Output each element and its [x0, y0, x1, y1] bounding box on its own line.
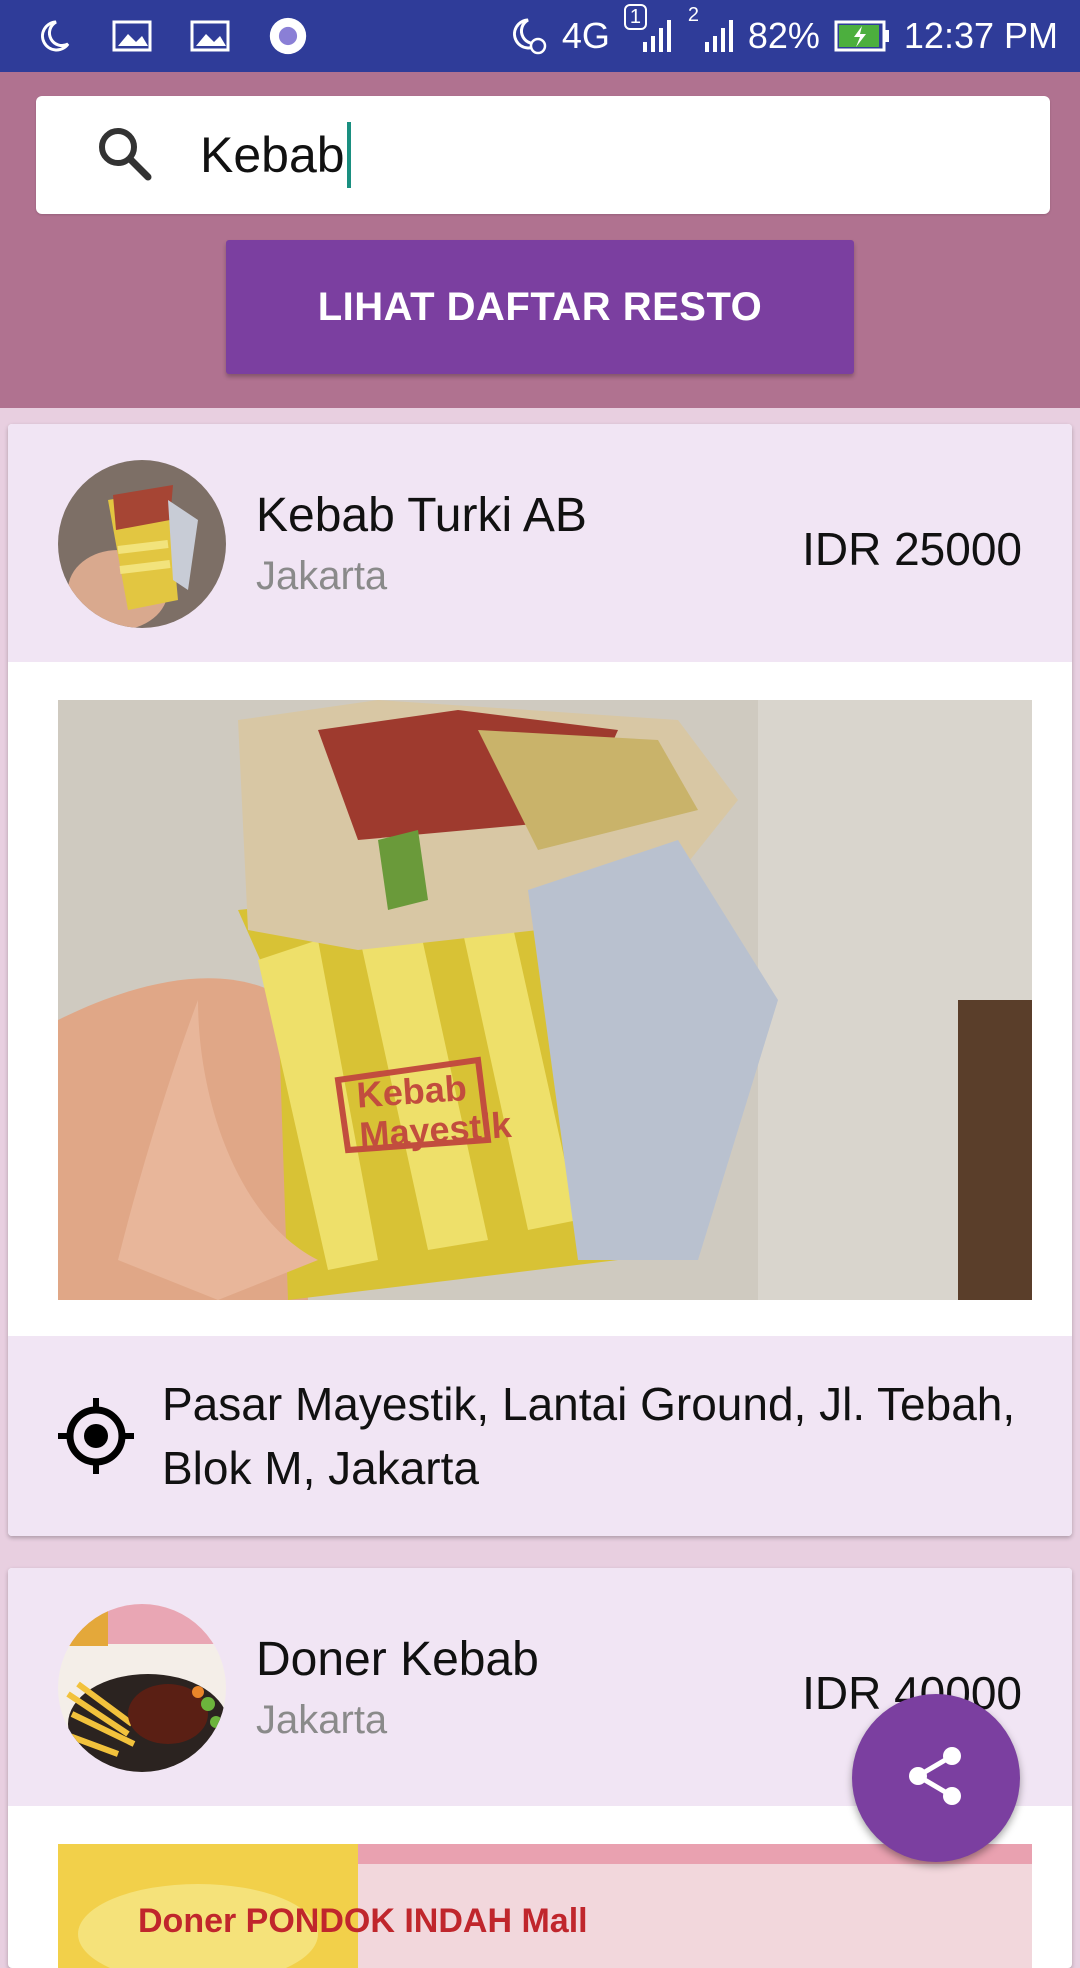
location-icon — [56, 1396, 136, 1476]
card-footer: Pasar Mayestik, Lantai Ground, Jl. Tebah… — [8, 1336, 1072, 1536]
clock: 12:37 PM — [903, 15, 1058, 56]
share-icon — [904, 1744, 968, 1813]
text-caret — [346, 122, 351, 188]
restaurant-city: Jakarta — [256, 1698, 388, 1742]
signal-sim2-icon: 2 — [686, 4, 734, 54]
food-photo[interactable]: Doner PONDOK INDAH Mall — [58, 1844, 1032, 1968]
record-icon — [268, 17, 308, 55]
photo-overlay-text: Doner PONDOK INDAH Mall — [138, 1902, 588, 1940]
search-header: Kebab LIHAT DAFTAR RESTO — [0, 72, 1080, 408]
image-icon — [190, 18, 230, 54]
restaurant-name: Doner Kebab — [256, 1633, 539, 1686]
restaurant-avatar[interactable] — [58, 460, 226, 628]
share-button[interactable] — [852, 1694, 1020, 1862]
battery-charging-icon — [834, 18, 890, 54]
battery-percent: 82% — [747, 15, 820, 56]
restaurant-address: Pasar Mayestik, Lantai Ground, Jl. Tebah… — [162, 1378, 1016, 1494]
search-input-value: Kebab — [200, 127, 345, 183]
night-mode-icon — [34, 18, 74, 54]
restaurant-name: Kebab Turki AB — [256, 489, 587, 542]
alarm-night-icon — [508, 18, 548, 55]
price-label: IDR 25000 — [802, 523, 1022, 575]
restaurant-city: Jakarta — [256, 554, 388, 598]
result-card[interactable]: Kebab Turki AB Jakarta IDR 25000 Kebab M… — [8, 424, 1072, 1536]
network-type: 4G — [561, 15, 610, 56]
signal-sim1-icon: 1 — [623, 4, 672, 54]
search-bar[interactable]: Kebab — [36, 96, 1050, 214]
sim1-label: 1 — [623, 4, 647, 30]
card-header: Kebab Turki AB Jakarta IDR 25000 — [8, 424, 1072, 662]
status-bar: 4G 1 2 82% 12:37 PM — [0, 0, 1080, 72]
view-restaurant-list-button[interactable]: LIHAT DAFTAR RESTO — [226, 240, 854, 374]
search-input[interactable]: Kebab — [200, 122, 351, 188]
food-photo[interactable]: Kebab Mayestik — [58, 700, 1032, 1300]
image-icon — [112, 18, 152, 54]
photo-overlay-text: Kebab Mayestik — [355, 1067, 513, 1156]
restaurant-avatar[interactable] — [58, 1604, 226, 1772]
sim2-label: 2 — [687, 4, 699, 26]
search-icon — [36, 121, 156, 190]
